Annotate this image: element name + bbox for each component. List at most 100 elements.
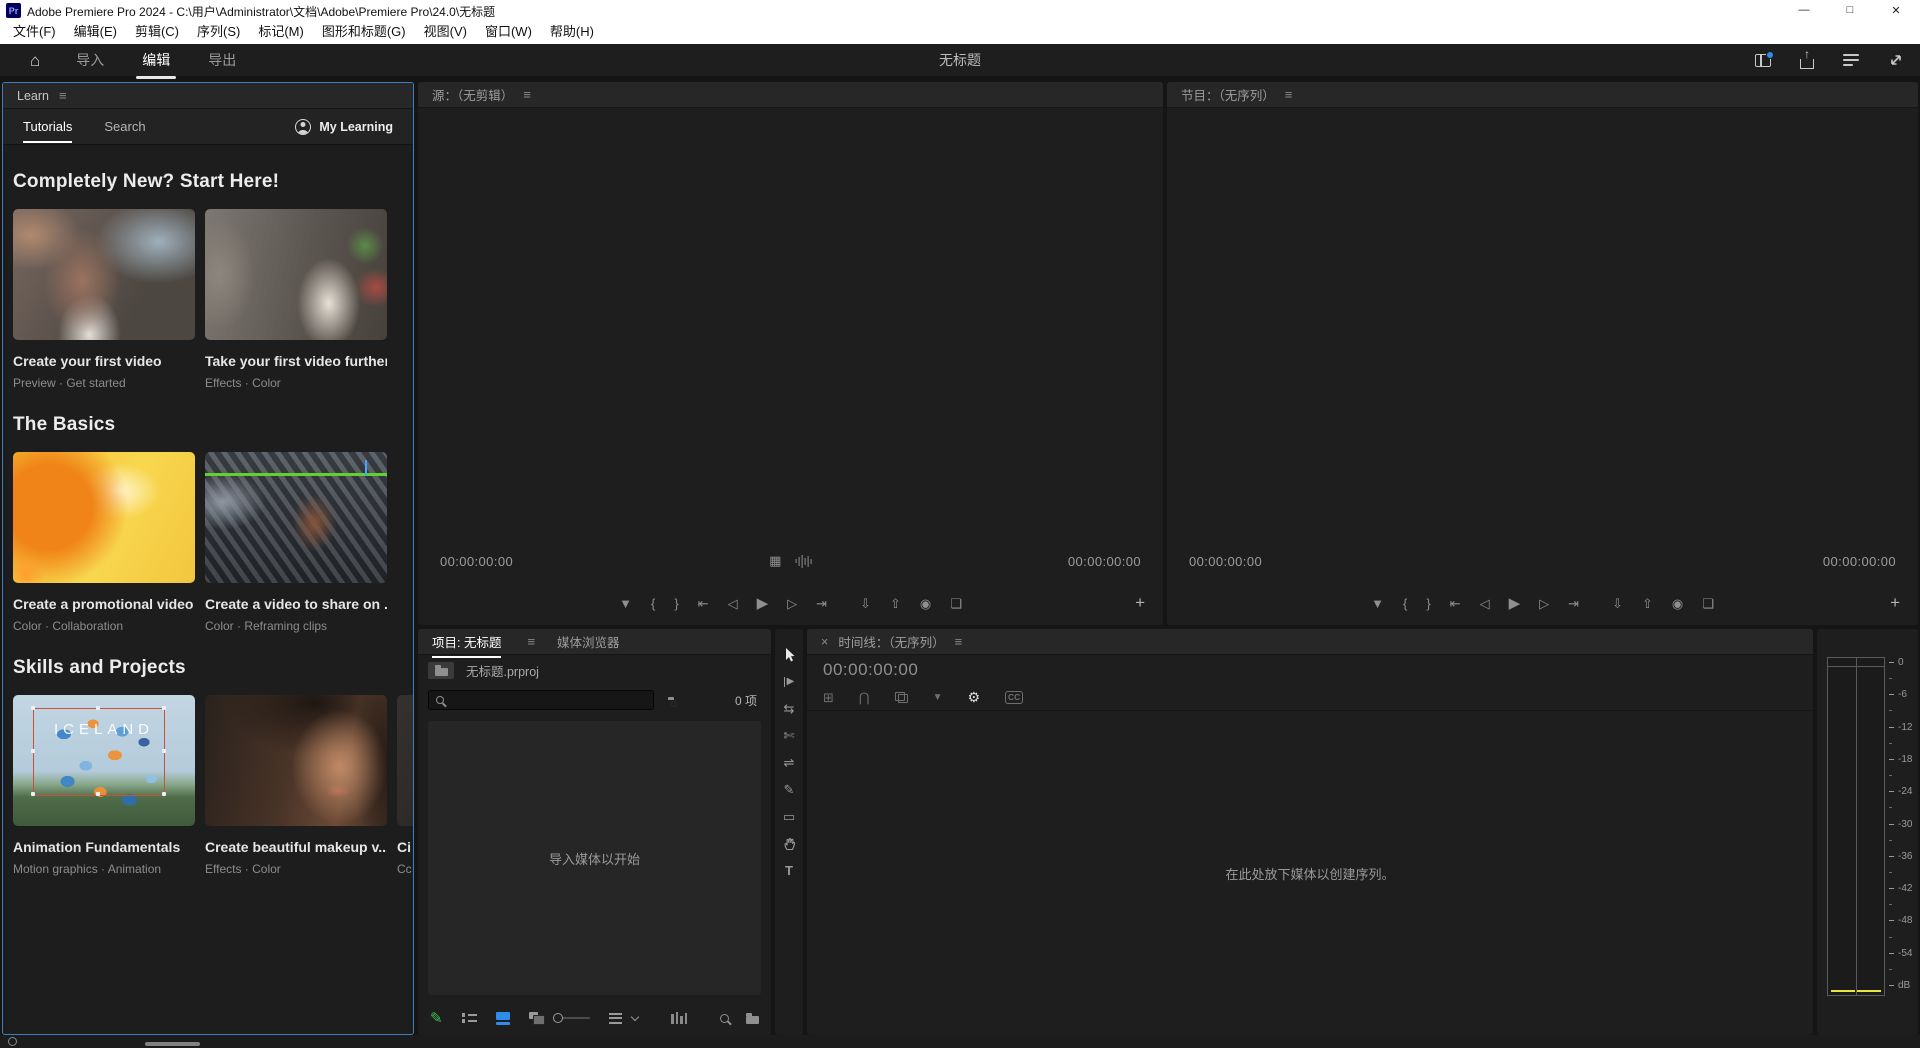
step-forward-button[interactable]: ▷	[787, 597, 797, 610]
tutorial-card[interactable]: Ci Cc	[397, 695, 413, 876]
menu-item-sequence[interactable]: 序列(S)	[188, 20, 249, 44]
chevron-down-icon[interactable]	[631, 1012, 639, 1020]
menu-item-view[interactable]: 视图(V)	[415, 20, 476, 44]
search-box[interactable]	[428, 690, 654, 710]
close-tab-icon[interactable]: ×	[821, 635, 828, 649]
tutorial-card[interactable]: ICELAND Animation Fundamentals Motion gr…	[13, 695, 195, 876]
comparison-view-button[interactable]: ❏	[1702, 597, 1714, 610]
export-frame-button[interactable]: ◉	[920, 597, 931, 610]
ripple-edit-tool[interactable]: ⇆	[775, 695, 803, 722]
program-timecode-current[interactable]: 00:00:00:00	[1189, 554, 1262, 569]
extract-button[interactable]: ⇧	[1642, 597, 1653, 610]
tab-media-browser[interactable]: 媒体浏览器	[557, 632, 620, 651]
list-view-button[interactable]	[462, 1013, 477, 1023]
go-to-out-button[interactable]: ⇥	[816, 597, 827, 610]
find-button[interactable]	[720, 1014, 729, 1023]
linked-selection-icon[interactable]	[895, 692, 908, 703]
tab-tutorials[interactable]: Tutorials	[23, 119, 72, 134]
panel-menu-icon[interactable]: ≡	[955, 634, 963, 649]
waveform-icon[interactable]	[795, 555, 812, 568]
export-frame-button[interactable]: ◉	[1672, 597, 1683, 610]
track-select-forward-tool[interactable]: ▶	[775, 668, 803, 695]
my-learning-button[interactable]: My Learning	[295, 119, 393, 135]
tab-project[interactable]: 项目: 无标题	[432, 632, 501, 651]
button-editor-button[interactable]: +	[1135, 593, 1145, 613]
sort-icons-button[interactable]	[609, 1013, 622, 1024]
go-to-out-button[interactable]: ⇥	[1568, 597, 1579, 610]
film-icon[interactable]: ▦	[769, 553, 781, 569]
navigate-up-button[interactable]	[428, 662, 454, 679]
add-marker-icon[interactable]: ▼	[933, 692, 943, 703]
project-breadcrumb[interactable]: 无标题.prproj	[466, 661, 539, 680]
lift-button[interactable]: ⇩	[1612, 597, 1623, 610]
pen-tool[interactable]: ✎	[775, 776, 803, 803]
slip-tool[interactable]: ⇌	[775, 749, 803, 776]
audio-meter-bars[interactable]	[1827, 657, 1885, 996]
project-content-area[interactable]: 导入媒体以开始	[428, 721, 761, 995]
quick-actions-icon[interactable]	[1843, 54, 1859, 67]
button-editor-button[interactable]: +	[1890, 593, 1900, 613]
tutorial-card[interactable]: Create your first video Preview · Get st…	[13, 209, 195, 390]
writable-pencil-icon[interactable]: ✎	[430, 1009, 443, 1027]
go-to-in-button[interactable]: ⇤	[698, 597, 709, 610]
selection-tool[interactable]	[775, 641, 803, 668]
learn-tab-label[interactable]: Learn	[17, 89, 49, 103]
mark-in-button[interactable]: {	[1403, 597, 1407, 610]
new-bin-button[interactable]	[746, 1016, 759, 1024]
tutorial-card[interactable]: Create a video to share on ... Color · R…	[205, 452, 387, 633]
horizontal-scrollbar-thumb[interactable]	[145, 1042, 200, 1046]
automate-to-sequence-button[interactable]	[671, 1012, 687, 1024]
overwrite-button[interactable]: ⇧	[890, 597, 901, 610]
menu-item-window[interactable]: 窗口(W)	[476, 20, 541, 44]
freeform-view-button[interactable]	[529, 1012, 535, 1024]
nest-toggle-icon[interactable]: ⊞	[823, 690, 834, 706]
workspace-tab-edit[interactable]: 编辑	[140, 44, 172, 76]
share-export-icon[interactable]	[1800, 59, 1814, 69]
menu-item-file[interactable]: 文件(F)	[4, 20, 65, 44]
timeline-drop-area[interactable]: 在此处放下媒体以创建序列。	[807, 711, 1813, 1035]
minimize-button[interactable]: —	[1781, 0, 1827, 20]
step-back-button[interactable]: ◁	[1480, 597, 1490, 610]
fullscreen-icon[interactable]	[1888, 52, 1904, 68]
zoom-slider[interactable]	[554, 1017, 590, 1019]
maximize-button[interactable]: □	[1827, 0, 1873, 20]
tutorial-card[interactable]: Take your first video further Effects · …	[205, 209, 387, 390]
menu-item-graphics[interactable]: 图形和标题(G)	[313, 20, 415, 44]
captions-icon[interactable]: CC	[1005, 691, 1023, 704]
workspace-tab-export[interactable]: 导出	[206, 44, 238, 76]
sync-status-icon[interactable]	[8, 1037, 17, 1046]
timeline-timecode[interactable]: 00:00:00:00	[823, 660, 918, 680]
type-tool[interactable]: T	[775, 857, 803, 884]
hand-tool[interactable]	[775, 830, 803, 857]
menu-item-help[interactable]: 帮助(H)	[541, 20, 603, 44]
panel-menu-icon[interactable]: ≡	[1285, 87, 1293, 102]
tab-search[interactable]: Search	[104, 119, 145, 134]
snap-magnet-icon[interactable]: ⋂	[859, 690, 870, 706]
close-button[interactable]: ✕	[1873, 0, 1919, 20]
add-marker-button[interactable]: ▼	[619, 597, 632, 610]
menu-item-edit[interactable]: 编辑(E)	[65, 20, 126, 44]
search-input[interactable]	[450, 693, 646, 707]
panel-menu-icon[interactable]: ≡	[527, 634, 535, 649]
program-tab-label[interactable]: 节目：（无序列）	[1181, 85, 1275, 104]
comparison-view-button[interactable]: ❏	[950, 597, 962, 610]
play-button[interactable]: ▶	[757, 596, 769, 611]
step-forward-button[interactable]: ▷	[1539, 597, 1549, 610]
razor-tool[interactable]: ✄	[775, 722, 803, 749]
panel-menu-icon[interactable]: ≡	[59, 88, 67, 103]
source-tab-label[interactable]: 源：（无剪辑）	[432, 85, 513, 104]
go-to-in-button[interactable]: ⇤	[1450, 597, 1461, 610]
play-button[interactable]: ▶	[1509, 596, 1521, 611]
workspaces-icon[interactable]	[1755, 54, 1771, 67]
workspace-tab-import[interactable]: 导入	[74, 44, 106, 76]
menu-item-markers[interactable]: 标记(M)	[249, 20, 313, 44]
rectangle-tool[interactable]: ▭	[775, 803, 803, 830]
source-timecode-current[interactable]: 00:00:00:00	[440, 554, 513, 569]
tutorial-card[interactable]: Create beautiful makeup v... Effects · C…	[205, 695, 387, 876]
menu-item-clip[interactable]: 剪辑(C)	[126, 20, 188, 44]
step-back-button[interactable]: ◁	[728, 597, 738, 610]
add-marker-button[interactable]: ▼	[1371, 597, 1384, 610]
panel-menu-icon[interactable]: ≡	[523, 87, 531, 102]
mark-in-button[interactable]: {	[651, 597, 655, 610]
tutorial-card[interactable]: Create a promotional video Color · Colla…	[13, 452, 195, 633]
